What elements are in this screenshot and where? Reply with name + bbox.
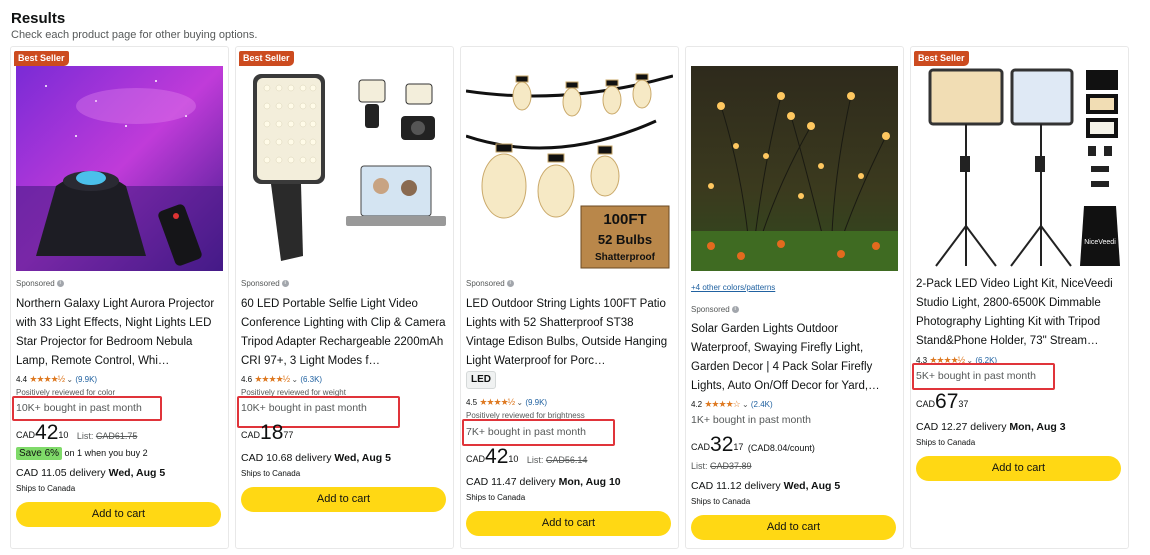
save-pill: Save 6% [16, 447, 63, 460]
sponsored-label: Sponsored i [16, 279, 64, 289]
price-row: CAD4210 List: CAD61.75 [16, 421, 138, 444]
product-image-string-lights[interactable]: 100FT 52 Bulbs Shatterproof [466, 66, 673, 271]
delivery-info: CAD 10.68 delivery Wed, Aug 5 [241, 452, 391, 464]
price-whole: 32 [710, 433, 734, 456]
box-label-shatterproof: Shatterproof [595, 252, 656, 263]
list-price: CAD37.89 [710, 461, 752, 471]
product-title[interactable]: 2-Pack LED Video Light Kit, NiceVeedi St… [916, 275, 1123, 351]
ships-to: Ships to Canada [466, 493, 526, 502]
product-card-5: Best Seller NiceVeedi 2-Pack LED Video L… [910, 46, 1129, 549]
delivery-info: CAD 11.12 delivery Wed, Aug 5 [691, 480, 841, 492]
price-whole: 42 [485, 445, 509, 468]
product-image-solar-firefly[interactable] [691, 66, 898, 271]
review-count[interactable]: (9.9K) [75, 375, 97, 384]
sponsored-label: Sponsored i [241, 279, 289, 289]
results-header: Results Check each product page for othe… [11, 10, 257, 42]
info-icon[interactable]: i [56, 280, 64, 288]
box-label-bulbs: 52 Bulbs [598, 232, 652, 247]
chevron-down-icon: ⌄ [291, 375, 299, 384]
product-title[interactable]: Solar Garden Lights Outdoor Waterproof, … [691, 320, 898, 396]
price-whole: 42 [35, 421, 59, 444]
add-to-cart-button[interactable]: Add to cart [466, 511, 671, 536]
star-rating-icon: ★★★★½ [29, 374, 65, 384]
price-whole: 67 [935, 390, 959, 413]
list-price-row: List: CAD37.89 [691, 461, 752, 471]
rating-row[interactable]: 4.2 ★★★★☆ ⌄ (2.4K) [691, 399, 773, 410]
product-title[interactable]: LED Outdoor String Lights 100FT Patio Li… [466, 295, 673, 371]
price-row: CAD4210 List: CAD56.14 [466, 445, 588, 468]
box-label-length: 100FT [603, 211, 646, 228]
sponsored-label: Sponsored i [466, 279, 514, 289]
product-card-2: Best Seller Sponsored i 60 LED Portable … [235, 46, 454, 549]
variant-chip[interactable]: LED [466, 371, 496, 389]
ships-to: Ships to Canada [916, 438, 976, 447]
add-to-cart-button[interactable]: Add to cart [691, 515, 896, 540]
review-count[interactable]: (2.4K) [751, 400, 773, 409]
review-count[interactable]: (9.9K) [525, 398, 547, 407]
add-to-cart-button[interactable]: Add to cart [916, 456, 1121, 481]
delivery-info: CAD 11.47 delivery Mon, Aug 10 [466, 476, 621, 488]
ships-to: Ships to Canada [241, 469, 301, 478]
delivery-info: CAD 11.05 delivery Wed, Aug 5 [16, 467, 166, 479]
star-rating-icon: ★★★★½ [479, 397, 515, 407]
info-icon[interactable]: i [731, 306, 739, 314]
product-title[interactable]: 60 LED Portable Selfie Light Video Confe… [241, 295, 448, 371]
chevron-down-icon: ⌄ [741, 400, 749, 409]
unit-price: (CAD8.04/count) [747, 443, 815, 453]
price-row: CAD3217 (CAD8.04/count) [691, 433, 815, 456]
rating-row[interactable]: 4.6 ★★★★½ ⌄ (6.3K) [241, 374, 322, 385]
highlight-box [12, 396, 162, 421]
list-price: CAD61.75 [95, 431, 138, 441]
star-rating-icon: ★★★★½ [254, 374, 290, 384]
rating-row[interactable]: 4.5 ★★★★½ ⌄ (9.9K) [466, 397, 547, 408]
product-title[interactable]: Northern Galaxy Light Aurora Projector w… [16, 295, 223, 371]
info-icon[interactable]: i [506, 280, 514, 288]
chevron-down-icon: ⌄ [516, 398, 524, 407]
highlight-box [912, 363, 1055, 390]
best-seller-badge: Best Seller [914, 51, 969, 66]
product-card-3: 100FT 52 Bulbs Shatterproof Sponsored i L… [460, 46, 679, 549]
review-count[interactable]: (6.3K) [300, 375, 322, 384]
delivery-info: CAD 12.27 delivery Mon, Aug 3 [916, 421, 1066, 433]
bought-in-past-month: 1K+ bought in past month [691, 414, 811, 426]
add-to-cart-button[interactable]: Add to cart [16, 502, 221, 527]
price-row: CAD1877 [241, 421, 294, 444]
star-rating-icon: ★★★★☆ [704, 399, 740, 409]
bag-logo: NiceVeedi [1084, 239, 1116, 246]
product-image-selfie-light[interactable] [241, 66, 448, 271]
highlight-box [462, 419, 615, 446]
list-price: CAD56.14 [545, 455, 588, 465]
product-image-video-light-kit[interactable]: NiceVeedi [916, 66, 1123, 271]
other-colors-link[interactable]: +4 other colors/patterns [691, 283, 775, 293]
best-seller-badge: Best Seller [239, 51, 294, 66]
product-image-aurora-projector[interactable] [16, 66, 223, 271]
product-card-4: +4 other colors/patterns Sponsored i Sola… [685, 46, 904, 549]
best-seller-badge: Best Seller [14, 51, 69, 66]
ships-to: Ships to Canada [16, 484, 76, 493]
results-subtitle: Check each product page for other buying… [11, 29, 258, 41]
save-promo: Save 6% on 1 when you buy 2 [16, 447, 148, 460]
results-title: Results [11, 10, 66, 27]
ships-to: Ships to Canada [691, 497, 751, 506]
sponsored-label: Sponsored i [691, 305, 739, 315]
rating-row[interactable]: 4.4 ★★★★½ ⌄ (9.9K) [16, 374, 97, 385]
price-row: CAD6737 [916, 390, 969, 413]
price-whole: 18 [260, 421, 284, 444]
product-card-1: Best Seller Sponsored i Northern Galaxy L… [10, 46, 229, 549]
add-to-cart-button[interactable]: Add to cart [241, 487, 446, 512]
chevron-down-icon: ⌄ [66, 375, 74, 384]
info-icon[interactable]: i [281, 280, 289, 288]
